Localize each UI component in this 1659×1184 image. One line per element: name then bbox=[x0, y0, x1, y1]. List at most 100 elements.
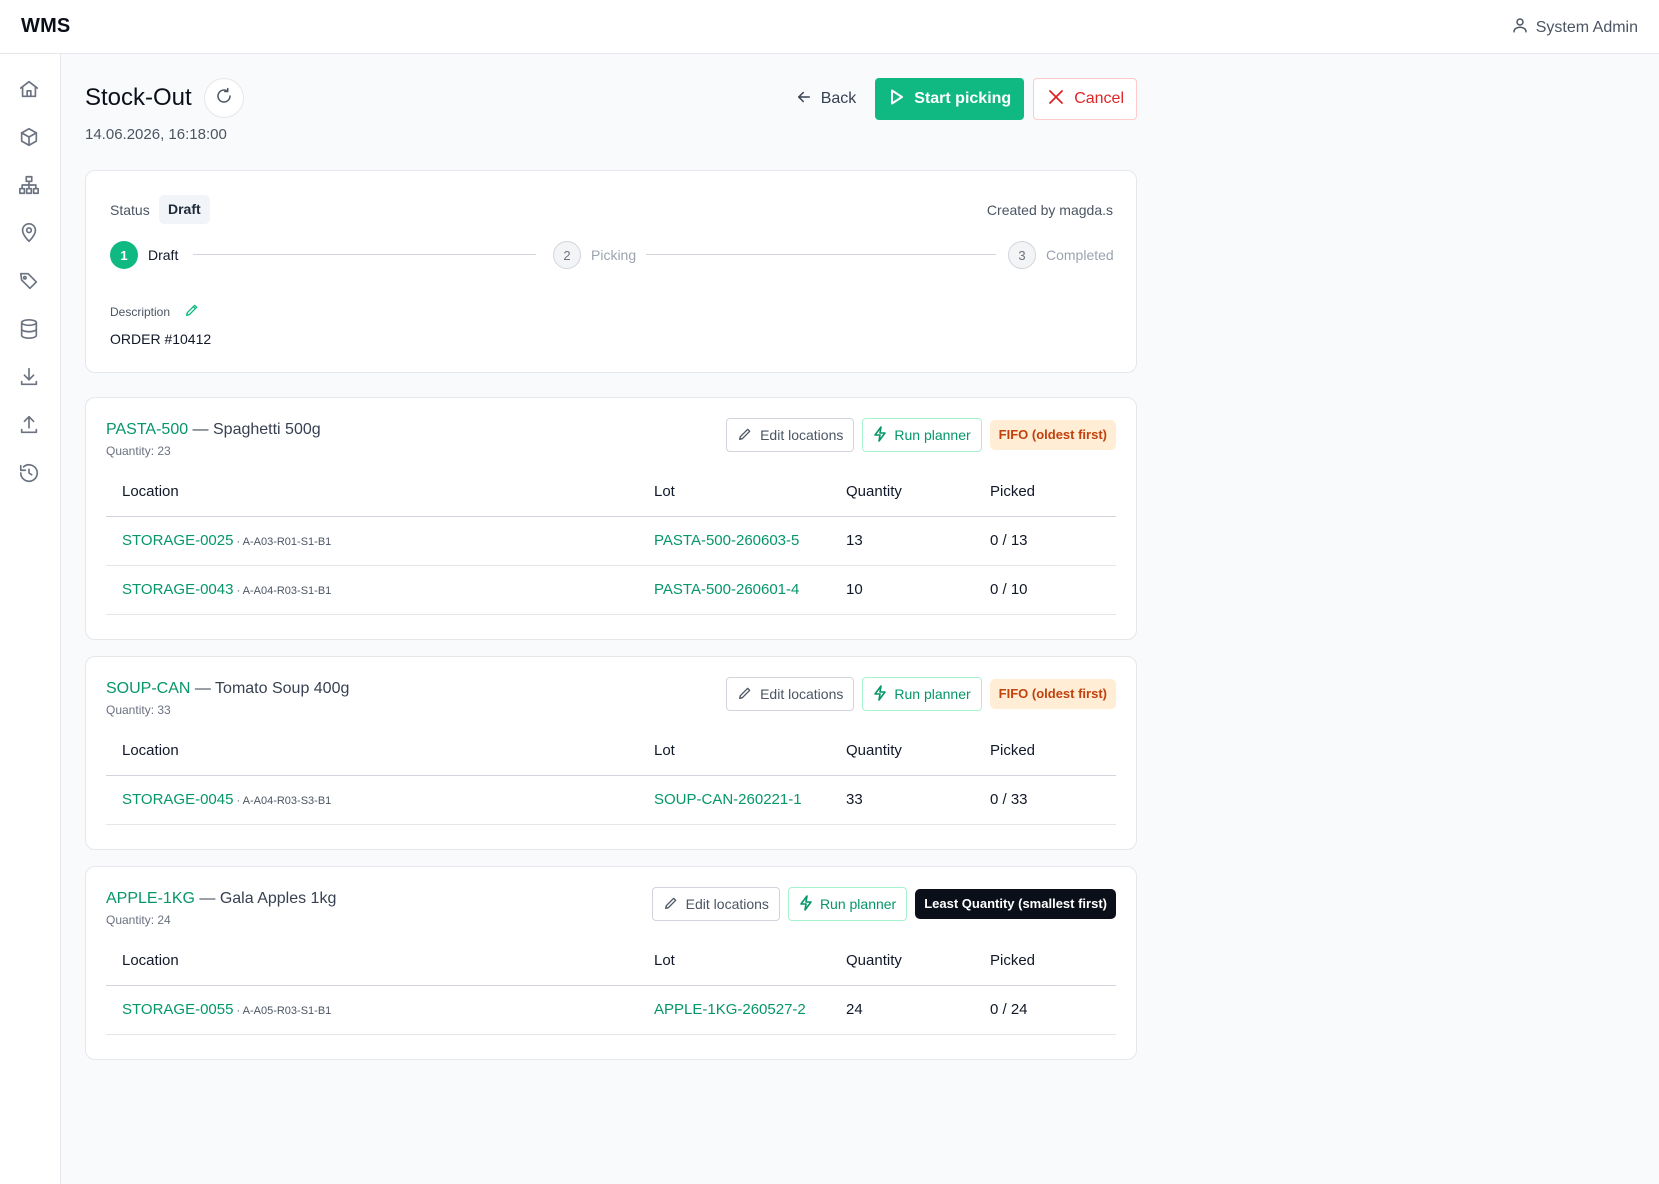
column-quantity: Quantity bbox=[830, 727, 974, 776]
refresh-button[interactable] bbox=[203, 78, 244, 118]
location-link[interactable]: STORAGE-0055 bbox=[122, 1001, 233, 1018]
step-number: 3 bbox=[1008, 241, 1036, 269]
step-connector bbox=[193, 254, 536, 255]
sidebar bbox=[0, 54, 61, 1184]
document-timestamp: 14.06.2026, 16:18:00 bbox=[85, 126, 227, 143]
top-bar: WMS System Admin bbox=[0, 0, 1659, 54]
start-picking-label: Start picking bbox=[914, 90, 1012, 107]
table-header-row: Location Lot Quantity Picked bbox=[106, 468, 1116, 517]
step-label: Completed bbox=[1046, 247, 1114, 263]
column-lot: Lot bbox=[638, 937, 830, 986]
tags-icon[interactable] bbox=[18, 270, 40, 292]
column-location: Location bbox=[106, 468, 638, 517]
cancel-label: Cancel bbox=[1074, 90, 1124, 107]
column-location: Location bbox=[106, 937, 638, 986]
allocations-table: Location Lot Quantity Picked STORAGE-002… bbox=[106, 468, 1116, 615]
run-planner-button[interactable]: Run planner bbox=[862, 418, 982, 452]
box-icon[interactable] bbox=[18, 126, 40, 148]
description-value: ORDER #10412 bbox=[110, 331, 212, 347]
item-name: — Gala Apples 1kg bbox=[194, 890, 337, 907]
back-label: Back bbox=[820, 90, 857, 107]
page-title: Stock-Out bbox=[85, 84, 192, 111]
created-by: Created by magda.s bbox=[986, 202, 1113, 218]
database-icon[interactable] bbox=[18, 318, 40, 340]
cancel-button[interactable]: Cancel bbox=[1033, 78, 1137, 120]
back-button[interactable]: Back bbox=[785, 78, 867, 120]
edit-locations-button[interactable]: Edit locations bbox=[726, 677, 855, 711]
pencil-icon bbox=[663, 895, 679, 914]
row-quantity: 10 bbox=[830, 565, 974, 615]
item-sku-link[interactable]: APPLE-1KG bbox=[106, 890, 195, 907]
column-picked: Picked bbox=[974, 727, 1116, 776]
lot-link[interactable]: SOUP-CAN-260221-1 bbox=[654, 791, 802, 808]
item-quantity: Quantity: 33 bbox=[106, 703, 171, 717]
row-picked: 0 / 13 bbox=[974, 516, 1116, 566]
location-link[interactable]: STORAGE-0045 bbox=[122, 791, 233, 808]
allocations-table: Location Lot Quantity Picked STORAGE-004… bbox=[106, 727, 1116, 825]
step-completed: 3 Completed bbox=[1008, 241, 1114, 269]
run-planner-button[interactable]: Run planner bbox=[787, 887, 908, 921]
column-quantity: Quantity bbox=[830, 937, 974, 986]
strategy-badge: Least Quantity (smallest first) bbox=[915, 889, 1116, 919]
lot-link[interactable]: APPLE-1KG-260527-2 bbox=[654, 1001, 806, 1018]
location-code: · A-A04-R03-S3-B1 bbox=[233, 795, 332, 807]
app-brand[interactable]: WMS bbox=[21, 15, 70, 38]
user-name: System Admin bbox=[1535, 18, 1638, 36]
item-sku-link[interactable]: PASTA-500 bbox=[106, 421, 188, 438]
table-header-row: Location Lot Quantity Picked bbox=[106, 727, 1116, 776]
item-name: — Tomato Soup 400g bbox=[190, 680, 350, 697]
start-picking-button[interactable]: Start picking bbox=[875, 78, 1025, 120]
item-card: SOUP-CAN — Tomato Soup 400g Quantity: 33… bbox=[85, 656, 1137, 850]
history-icon[interactable] bbox=[18, 462, 40, 484]
step-label: Draft bbox=[148, 247, 179, 263]
arrow-left-icon bbox=[795, 88, 813, 111]
location-link[interactable]: STORAGE-0043 bbox=[122, 581, 233, 598]
item-card: APPLE-1KG — Gala Apples 1kg Quantity: 24… bbox=[85, 866, 1137, 1060]
status-badge: Draft bbox=[159, 195, 210, 224]
edit-locations-label: Edit locations bbox=[760, 427, 844, 443]
step-number: 2 bbox=[553, 241, 581, 269]
pencil-icon[interactable] bbox=[184, 302, 200, 321]
table-row: STORAGE-0025 · A-A03-R01-S1-B1 PASTA-500… bbox=[106, 516, 1116, 566]
item-quantity: Quantity: 23 bbox=[106, 444, 171, 458]
lot-link[interactable]: PASTA-500-260603-5 bbox=[654, 532, 799, 549]
home-icon[interactable] bbox=[18, 78, 40, 100]
hierarchy-icon[interactable] bbox=[18, 174, 40, 196]
item-card: PASTA-500 — Spaghetti 500g Quantity: 23 … bbox=[85, 397, 1137, 640]
close-icon bbox=[1048, 89, 1064, 110]
lightning-icon bbox=[799, 894, 813, 914]
lightning-icon bbox=[873, 425, 887, 445]
edit-locations-label: Edit locations bbox=[685, 896, 769, 912]
item-header: APPLE-1KG — Gala Apples 1kg Quantity: 24 bbox=[106, 890, 336, 927]
item-title: SOUP-CAN — Tomato Soup 400g bbox=[106, 680, 349, 698]
run-planner-label: Run planner bbox=[819, 896, 897, 912]
description-header: Description bbox=[110, 302, 200, 321]
user-menu[interactable]: System Admin bbox=[1511, 16, 1638, 39]
item-sku-link[interactable]: SOUP-CAN bbox=[106, 680, 190, 697]
lot-link[interactable]: PASTA-500-260601-4 bbox=[654, 581, 799, 598]
row-quantity: 24 bbox=[830, 985, 974, 1035]
edit-locations-button[interactable]: Edit locations bbox=[726, 418, 855, 452]
location-pin-icon[interactable] bbox=[18, 222, 40, 244]
row-picked: 0 / 10 bbox=[974, 565, 1116, 615]
allocations-table: Location Lot Quantity Picked STORAGE-005… bbox=[106, 937, 1116, 1035]
item-header: PASTA-500 — Spaghetti 500g Quantity: 23 bbox=[106, 421, 321, 458]
column-lot: Lot bbox=[638, 727, 830, 776]
run-planner-button[interactable]: Run planner bbox=[862, 677, 982, 711]
item-actions: Edit locations Run planner FIFO (oldest … bbox=[726, 418, 1116, 452]
status-label: Status bbox=[110, 202, 150, 218]
location-link[interactable]: STORAGE-0025 bbox=[122, 532, 233, 549]
user-icon bbox=[1511, 16, 1529, 39]
run-planner-label: Run planner bbox=[894, 427, 971, 443]
refresh-icon bbox=[215, 87, 233, 110]
column-quantity: Quantity bbox=[830, 468, 974, 517]
strategy-badge: FIFO (oldest first) bbox=[989, 679, 1116, 709]
column-location: Location bbox=[106, 727, 638, 776]
download-icon[interactable] bbox=[18, 366, 40, 388]
column-lot: Lot bbox=[638, 468, 830, 517]
column-picked: Picked bbox=[974, 468, 1116, 517]
column-picked: Picked bbox=[974, 937, 1116, 986]
edit-locations-button[interactable]: Edit locations bbox=[651, 887, 780, 921]
upload-icon[interactable] bbox=[18, 414, 40, 436]
item-header: SOUP-CAN — Tomato Soup 400g Quantity: 33 bbox=[106, 680, 349, 717]
